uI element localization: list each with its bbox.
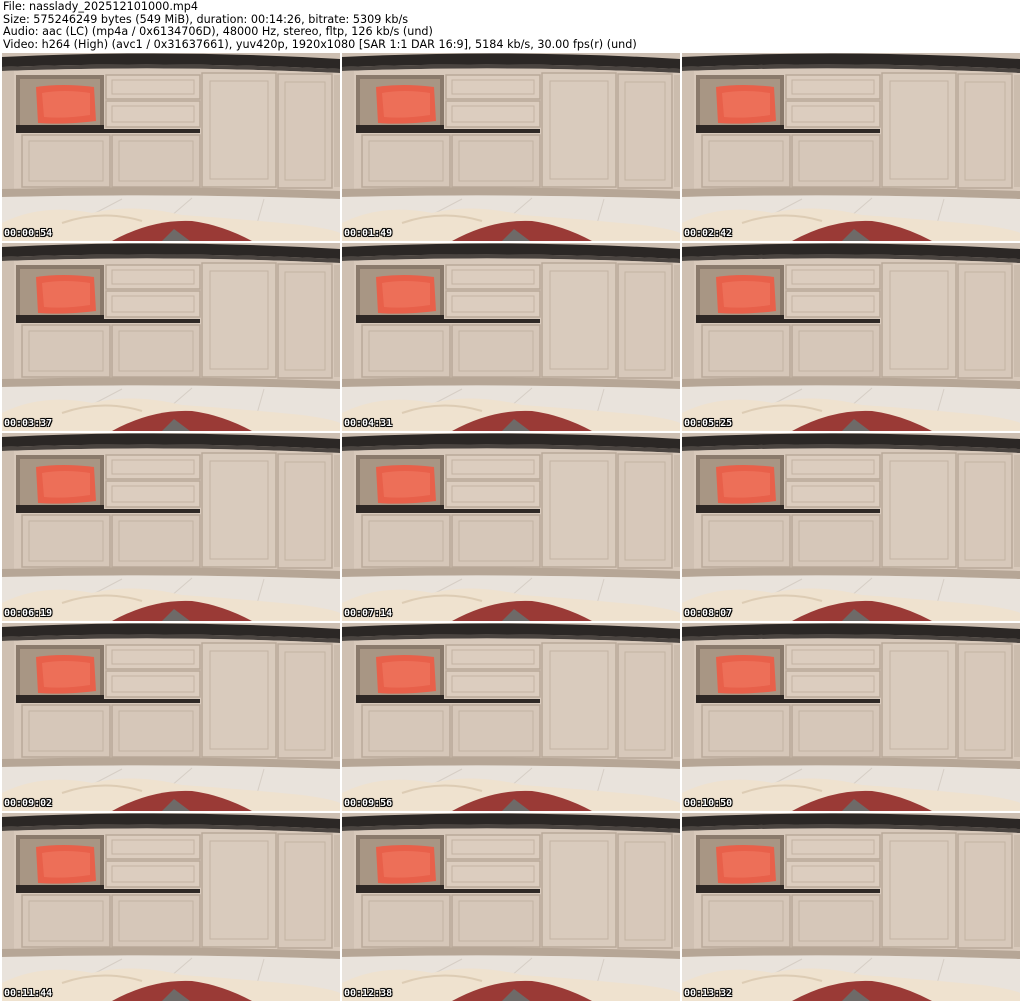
thumbnail[interactable]: 00:08:07 (682, 433, 1020, 621)
thumbnail-timestamp: 00:02:42 (684, 228, 733, 239)
thumbnail-timestamp: 00:11:44 (4, 988, 53, 999)
thumbnail[interactable]: 00:06:19 (2, 433, 340, 621)
kitchen-cabinet-frame (342, 433, 680, 621)
thumbnail-timestamp: 00:00:54 (4, 228, 53, 239)
thumbnail-timestamp: 00:09:02 (4, 798, 53, 809)
kitchen-cabinet-frame (682, 623, 1020, 811)
kitchen-cabinet-frame (682, 813, 1020, 1001)
thumbnail-timestamp: 00:04:31 (344, 418, 393, 429)
thumbnail-timestamp: 00:03:37 (4, 418, 53, 429)
thumbnail[interactable]: 00:12:38 (342, 813, 680, 1001)
thumbnail[interactable]: 00:00:54 (2, 53, 340, 241)
thumbnail[interactable]: 00:04:31 (342, 243, 680, 431)
thumbnail[interactable]: 00:10:50 (682, 623, 1020, 811)
thumbnail-grid: 00:00:54 00:01:49 00:02:42 00:03:37 00:0… (2, 53, 1020, 1001)
kitchen-cabinet-frame (2, 813, 340, 1001)
video-line: Video: h264 (High) (avc1 / 0x31637661), … (3, 37, 637, 51)
thumbnail-timestamp: 00:09:56 (344, 798, 393, 809)
thumbnail-timestamp: 00:13:32 (684, 988, 733, 999)
thumbnail-timestamp: 00:08:07 (684, 608, 733, 619)
kitchen-cabinet-frame (342, 623, 680, 811)
thumbnail[interactable]: 00:11:44 (2, 813, 340, 1001)
thumbnail-timestamp: 00:07:14 (344, 608, 393, 619)
kitchen-cabinet-frame (682, 433, 1020, 621)
thumbnail-timestamp: 00:01:49 (344, 228, 393, 239)
thumbnail-timestamp: 00:06:19 (4, 608, 53, 619)
kitchen-cabinet-frame (342, 243, 680, 431)
file-info-header: File: nasslady_202512101000.mp4 Size: 57… (3, 0, 1021, 51)
thumbnail[interactable]: 00:01:49 (342, 53, 680, 241)
kitchen-cabinet-frame (682, 243, 1020, 431)
thumbnail[interactable]: 00:07:14 (342, 433, 680, 621)
thumbnail[interactable]: 00:05:25 (682, 243, 1020, 431)
kitchen-cabinet-frame (342, 53, 680, 241)
thumbnail-timestamp: 00:12:38 (344, 988, 393, 999)
audio-line: Audio: aac (LC) (mp4a / 0x6134706D), 480… (3, 25, 433, 39)
kitchen-cabinet-frame (342, 813, 680, 1001)
thumbnail[interactable]: 00:09:56 (342, 623, 680, 811)
file-name-line: File: nasslady_202512101000.mp4 (3, 0, 199, 13)
thumbnail[interactable]: 00:13:32 (682, 813, 1020, 1001)
kitchen-cabinet-frame (2, 53, 340, 241)
thumbnail[interactable]: 00:09:02 (2, 623, 340, 811)
thumbnail-timestamp: 00:05:25 (684, 418, 733, 429)
kitchen-cabinet-frame (2, 243, 340, 431)
thumbnail[interactable]: 00:02:42 (682, 53, 1020, 241)
thumbnail-timestamp: 00:10:50 (684, 798, 733, 809)
kitchen-cabinet-frame (682, 53, 1020, 241)
thumbnail[interactable]: 00:03:37 (2, 243, 340, 431)
kitchen-cabinet-frame (2, 623, 340, 811)
kitchen-cabinet-frame (2, 433, 340, 621)
